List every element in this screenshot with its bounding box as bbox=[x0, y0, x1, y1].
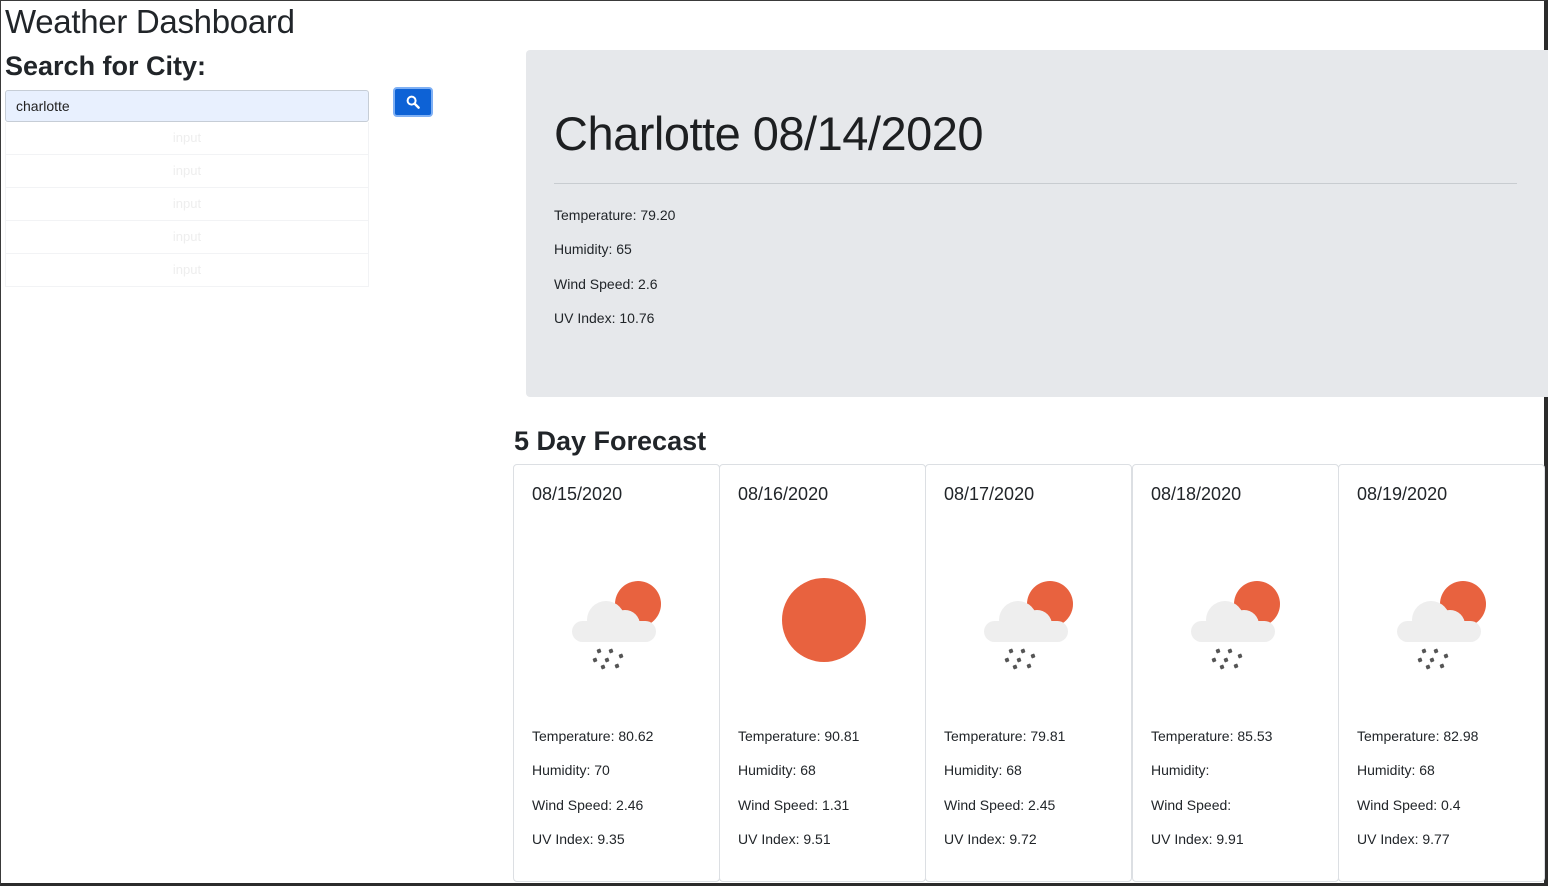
app-window: Weather Dashboard Search for City: input… bbox=[0, 0, 1548, 886]
forecast-humidity: Humidity: 70 bbox=[532, 762, 610, 778]
forecast-humidity: Humidity: bbox=[1151, 762, 1210, 778]
forecast-wind-speed: Wind Speed: bbox=[1151, 797, 1232, 813]
forecast-temperature: Temperature: 85.53 bbox=[1151, 728, 1273, 744]
forecast-humidity: Humidity: 68 bbox=[738, 762, 816, 778]
rain-sun-icon bbox=[572, 581, 661, 670]
history-item[interactable]: input bbox=[5, 188, 369, 221]
search-icon bbox=[406, 95, 420, 109]
search-label: Search for City: bbox=[5, 51, 207, 81]
forecast-uv-index: UV Index: 9.35 bbox=[532, 831, 625, 847]
city-search-input[interactable] bbox=[5, 90, 369, 122]
forecast-uv-index: UV Index: 9.51 bbox=[738, 831, 831, 847]
forecast-wind-speed: Wind Speed: 2.45 bbox=[944, 797, 1056, 813]
forecast-wind-speed: Wind Speed: 1.31 bbox=[738, 797, 850, 813]
rain-sun-icon bbox=[984, 581, 1073, 670]
search-history-list: input input input input input bbox=[5, 122, 369, 287]
forecast-date: 08/18/2020 bbox=[1151, 484, 1242, 504]
forecast-temperature: Temperature: 82.98 bbox=[1357, 728, 1479, 744]
forecast-uv-index: UV Index: 9.91 bbox=[1151, 831, 1244, 847]
current-wind-speed: Wind Speed: 2.6 bbox=[554, 276, 658, 292]
forecast-date: 08/16/2020 bbox=[738, 484, 829, 504]
forecast-uv-index: UV Index: 9.72 bbox=[944, 831, 1037, 847]
current-temperature: Temperature: 79.20 bbox=[554, 207, 676, 223]
forecast-title: 5 Day Forecast bbox=[514, 426, 707, 456]
rain-sun-icon bbox=[1397, 581, 1486, 670]
divider bbox=[554, 183, 1517, 184]
current-humidity: Humidity: 65 bbox=[554, 241, 632, 257]
forecast-date: 08/17/2020 bbox=[944, 484, 1035, 504]
forecast-wind-speed: Wind Speed: 0.4 bbox=[1357, 797, 1461, 813]
search-button[interactable] bbox=[393, 87, 433, 117]
forecast-temperature: Temperature: 90.81 bbox=[738, 728, 860, 744]
forecast-uv-index: UV Index: 9.77 bbox=[1357, 831, 1450, 847]
history-item[interactable]: input bbox=[5, 254, 369, 287]
app-title: Weather Dashboard bbox=[5, 3, 295, 40]
history-item[interactable]: input bbox=[5, 122, 369, 155]
rain-sun-icon bbox=[1191, 581, 1280, 670]
forecast-temperature: Temperature: 79.81 bbox=[944, 728, 1066, 744]
forecast-row: 08/15/2020 Temperature: 80.62 Humidity: … bbox=[513, 464, 1548, 882]
current-city-title: Charlotte 08/14/2020 bbox=[554, 107, 984, 160]
forecast-date: 08/19/2020 bbox=[1357, 484, 1448, 504]
current-uv-index: UV Index: 10.76 bbox=[554, 310, 655, 326]
forecast-wind-speed: Wind Speed: 2.46 bbox=[532, 797, 644, 813]
forecast-card: 08/18/2020 Temperature: 85.53 Humidity: … bbox=[1132, 464, 1339, 882]
forecast-card: 08/15/2020 Temperature: 80.62 Humidity: … bbox=[513, 464, 720, 882]
forecast-card: 08/16/2020 Temperature: 90.81 Humidity: … bbox=[719, 464, 926, 882]
sun-icon bbox=[782, 578, 866, 662]
forecast-date: 08/15/2020 bbox=[532, 484, 623, 504]
forecast-card: 08/17/2020 Temperature: 79.81 Humidity: … bbox=[925, 464, 1132, 882]
current-weather-panel: Charlotte 08/14/2020 Temperature: 79.20 … bbox=[526, 50, 1548, 397]
forecast-humidity: Humidity: 68 bbox=[1357, 762, 1435, 778]
history-item[interactable]: input bbox=[5, 221, 369, 254]
history-item[interactable]: input bbox=[5, 155, 369, 188]
forecast-humidity: Humidity: 68 bbox=[944, 762, 1022, 778]
forecast-temperature: Temperature: 80.62 bbox=[532, 728, 654, 744]
forecast-card: 08/19/2020 Temperature: 82.98 Humidity: … bbox=[1338, 464, 1545, 882]
